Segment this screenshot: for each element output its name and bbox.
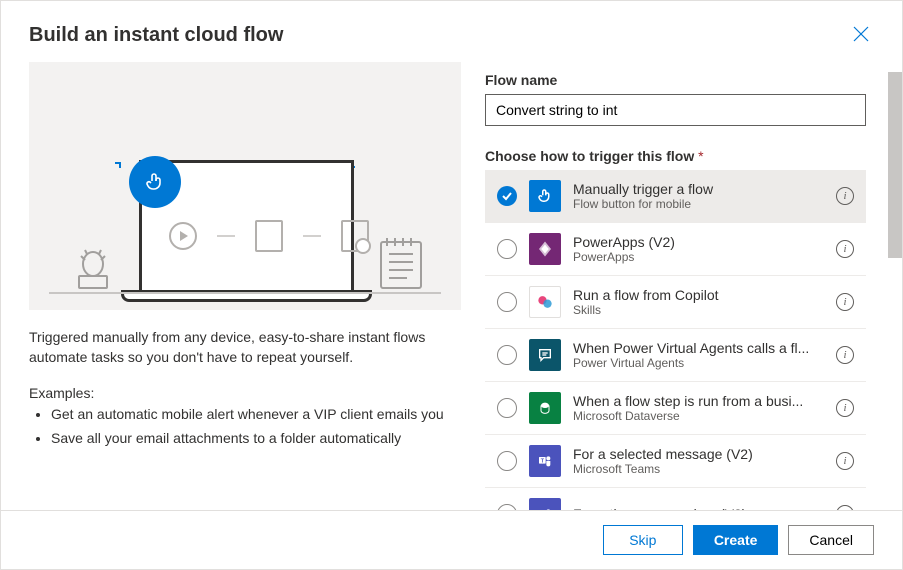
- trigger-name: When Power Virtual Agents calls a fl...: [573, 340, 824, 356]
- info-icon[interactable]: i: [836, 240, 854, 258]
- create-button[interactable]: Create: [693, 525, 779, 555]
- info-icon[interactable]: i: [836, 399, 854, 417]
- close-icon: [852, 25, 870, 43]
- trigger-name: Run a flow from Copilot: [573, 287, 824, 303]
- info-icon[interactable]: i: [836, 505, 854, 510]
- description-text: Triggered manually from any device, easy…: [29, 328, 461, 367]
- trigger-name: Manually trigger a flow: [573, 181, 824, 197]
- trigger-sub: Microsoft Dataverse: [573, 409, 824, 423]
- dialog-header: Build an instant cloud flow: [1, 1, 902, 62]
- trigger-sub: Power Virtual Agents: [573, 356, 824, 370]
- info-icon[interactable]: i: [836, 187, 854, 205]
- trigger-sub: Microsoft Teams: [573, 462, 824, 476]
- radio-icon: [497, 504, 517, 510]
- trigger-pva[interactable]: When Power Virtual Agents calls a fl...P…: [485, 328, 866, 381]
- powerapps-icon: [529, 233, 561, 265]
- notepad-icon: [377, 234, 425, 292]
- trigger-copilot[interactable]: Run a flow from CopilotSkills i: [485, 275, 866, 328]
- trigger-name: From the compose box (V2): [573, 506, 824, 510]
- trigger-sub: Skills: [573, 303, 824, 317]
- trigger-teams-message[interactable]: T For a selected message (V2)Microsoft T…: [485, 434, 866, 487]
- info-icon[interactable]: i: [836, 346, 854, 364]
- chat-icon: [529, 339, 561, 371]
- radio-icon: [497, 398, 517, 418]
- trigger-teams-compose[interactable]: From the compose box (V2) i: [485, 487, 866, 510]
- example-item: Get an automatic mobile alert whenever a…: [51, 405, 461, 425]
- info-icon[interactable]: i: [836, 293, 854, 311]
- teams-icon: T: [529, 445, 561, 477]
- tap-icon: [529, 180, 561, 212]
- cactus-icon: [65, 236, 121, 292]
- radio-icon: [497, 239, 517, 259]
- trigger-name: When a flow step is run from a busi...: [573, 393, 824, 409]
- teams-icon: [529, 498, 561, 510]
- trigger-sub: Flow button for mobile: [573, 197, 824, 211]
- flow-name-input[interactable]: [485, 94, 866, 126]
- flow-name-label: Flow name: [485, 72, 866, 88]
- trigger-list[interactable]: Manually trigger a flowFlow button for m…: [485, 170, 866, 510]
- trigger-name: For a selected message (V2): [573, 446, 824, 462]
- dialog-footer: Skip Create Cancel: [1, 510, 902, 569]
- trigger-label: Choose how to trigger this flow *: [485, 148, 866, 164]
- trigger-sub: PowerApps: [573, 250, 824, 264]
- radio-selected-icon: [497, 186, 517, 206]
- scrollbar[interactable]: [888, 72, 902, 258]
- cancel-button[interactable]: Cancel: [788, 525, 874, 555]
- radio-icon: [497, 451, 517, 471]
- flow-illustration: [29, 62, 461, 310]
- tap-icon: [129, 156, 181, 208]
- example-item: Save all your email attachments to a fol…: [51, 429, 461, 449]
- instant-flow-dialog: Build an instant cloud flow: [0, 0, 903, 570]
- examples-list: Get an automatic mobile alert whenever a…: [29, 405, 461, 448]
- skip-button[interactable]: Skip: [603, 525, 683, 555]
- radio-icon: [497, 292, 517, 312]
- close-button[interactable]: [848, 21, 874, 50]
- right-panel: Flow name Choose how to trigger this flo…: [485, 62, 874, 510]
- trigger-powerapps[interactable]: PowerApps (V2)PowerApps i: [485, 222, 866, 275]
- examples-label: Examples:: [29, 385, 461, 401]
- trigger-dataverse[interactable]: When a flow step is run from a busi...Mi…: [485, 381, 866, 434]
- dialog-body: Triggered manually from any device, easy…: [1, 62, 902, 510]
- radio-icon: [497, 345, 517, 365]
- info-icon[interactable]: i: [836, 452, 854, 470]
- trigger-manual[interactable]: Manually trigger a flowFlow button for m…: [485, 170, 866, 222]
- trigger-name: PowerApps (V2): [573, 234, 824, 250]
- dialog-title: Build an instant cloud flow: [29, 24, 283, 47]
- copilot-icon: [529, 286, 561, 318]
- left-panel: Triggered manually from any device, easy…: [29, 62, 461, 510]
- dataverse-icon: [529, 392, 561, 424]
